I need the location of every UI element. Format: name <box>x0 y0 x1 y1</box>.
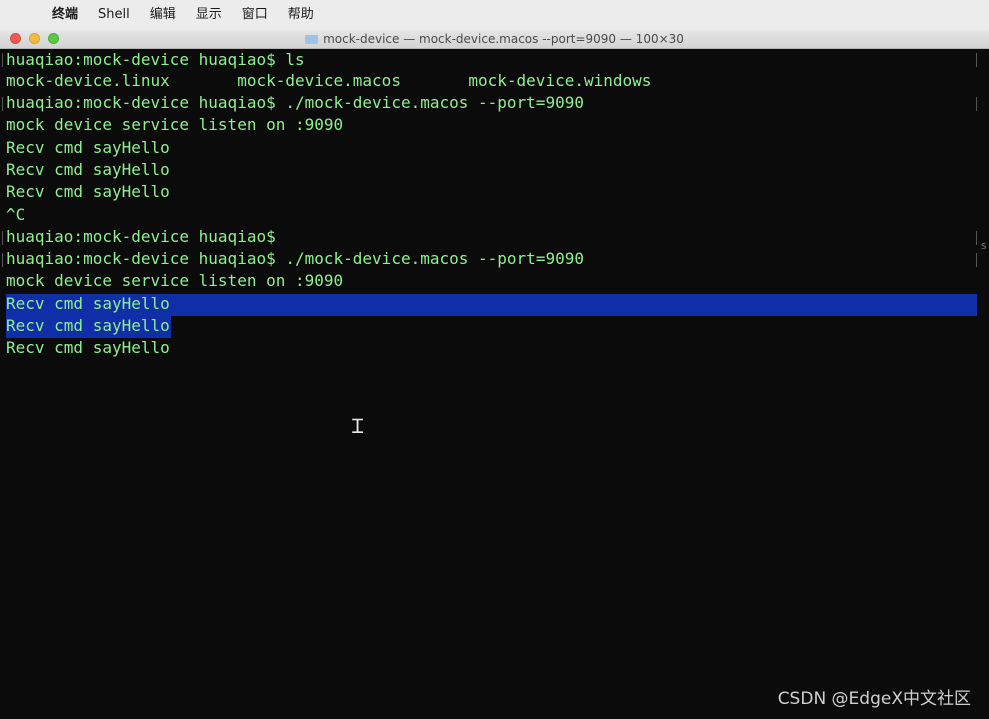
terminal-output[interactable]: huaqiao:mock-device huaqiao$ ls mock-dev… <box>0 49 989 719</box>
mark-bracket <box>976 97 979 111</box>
menu-terminal[interactable]: 终端 <box>52 0 78 30</box>
mark-bracket <box>2 253 5 267</box>
terminal-line: huaqiao:mock-device huaqiao$ ./mock-devi… <box>6 93 584 112</box>
terminal-line: Recv cmd sayHello <box>6 138 170 157</box>
terminal-line: ^C <box>6 205 26 224</box>
menu-view[interactable]: 显示 <box>196 0 222 30</box>
menu-edit[interactable]: 编辑 <box>150 0 176 30</box>
terminal-line: huaqiao:mock-device huaqiao$ ./mock-devi… <box>6 249 584 268</box>
mark-bracket <box>2 231 5 245</box>
terminal-line: Recv cmd sayHello <box>6 160 170 179</box>
terminal-line: Recv cmd sayHello <box>6 182 170 201</box>
terminal-line-selected: Recv cmd sayHello <box>6 316 170 335</box>
menu-help[interactable]: 帮助 <box>288 0 314 30</box>
mark-bracket <box>976 231 979 245</box>
terminal-line-selected: Recv cmd sayHello <box>6 294 170 313</box>
window-title: mock-device — mock-device.macos --port=9… <box>0 30 989 48</box>
menu-window[interactable]: 窗口 <box>242 0 268 30</box>
terminal-line: huaqiao:mock-device huaqiao$ <box>6 227 276 246</box>
folder-icon <box>305 35 319 44</box>
terminal-line: Recv cmd sayHello <box>6 338 170 357</box>
mark-bracket <box>2 53 5 67</box>
terminal-line: mock device service listen on :9090 <box>6 271 344 290</box>
menu-shell[interactable]: Shell <box>98 0 130 30</box>
terminal-line: mock device service listen on :9090 <box>6 115 344 134</box>
terminal-line: mock-device.linux mock-device.macos mock… <box>6 71 652 90</box>
text-cursor-icon: Ɪ <box>352 414 364 438</box>
edge-glyph: s <box>980 239 987 252</box>
menu-bar: 终端 Shell 编辑 显示 窗口 帮助 <box>0 0 989 30</box>
watermark: CSDN @EdgeX中文社区 <box>777 689 971 709</box>
terminal-line: huaqiao:mock-device huaqiao$ ls <box>6 50 305 69</box>
mark-bracket <box>976 53 979 67</box>
mark-bracket <box>2 97 5 111</box>
window-title-text: mock-device — mock-device.macos --port=9… <box>323 32 684 46</box>
window-title-bar[interactable]: mock-device — mock-device.macos --port=9… <box>0 30 989 49</box>
mark-bracket <box>976 253 979 267</box>
